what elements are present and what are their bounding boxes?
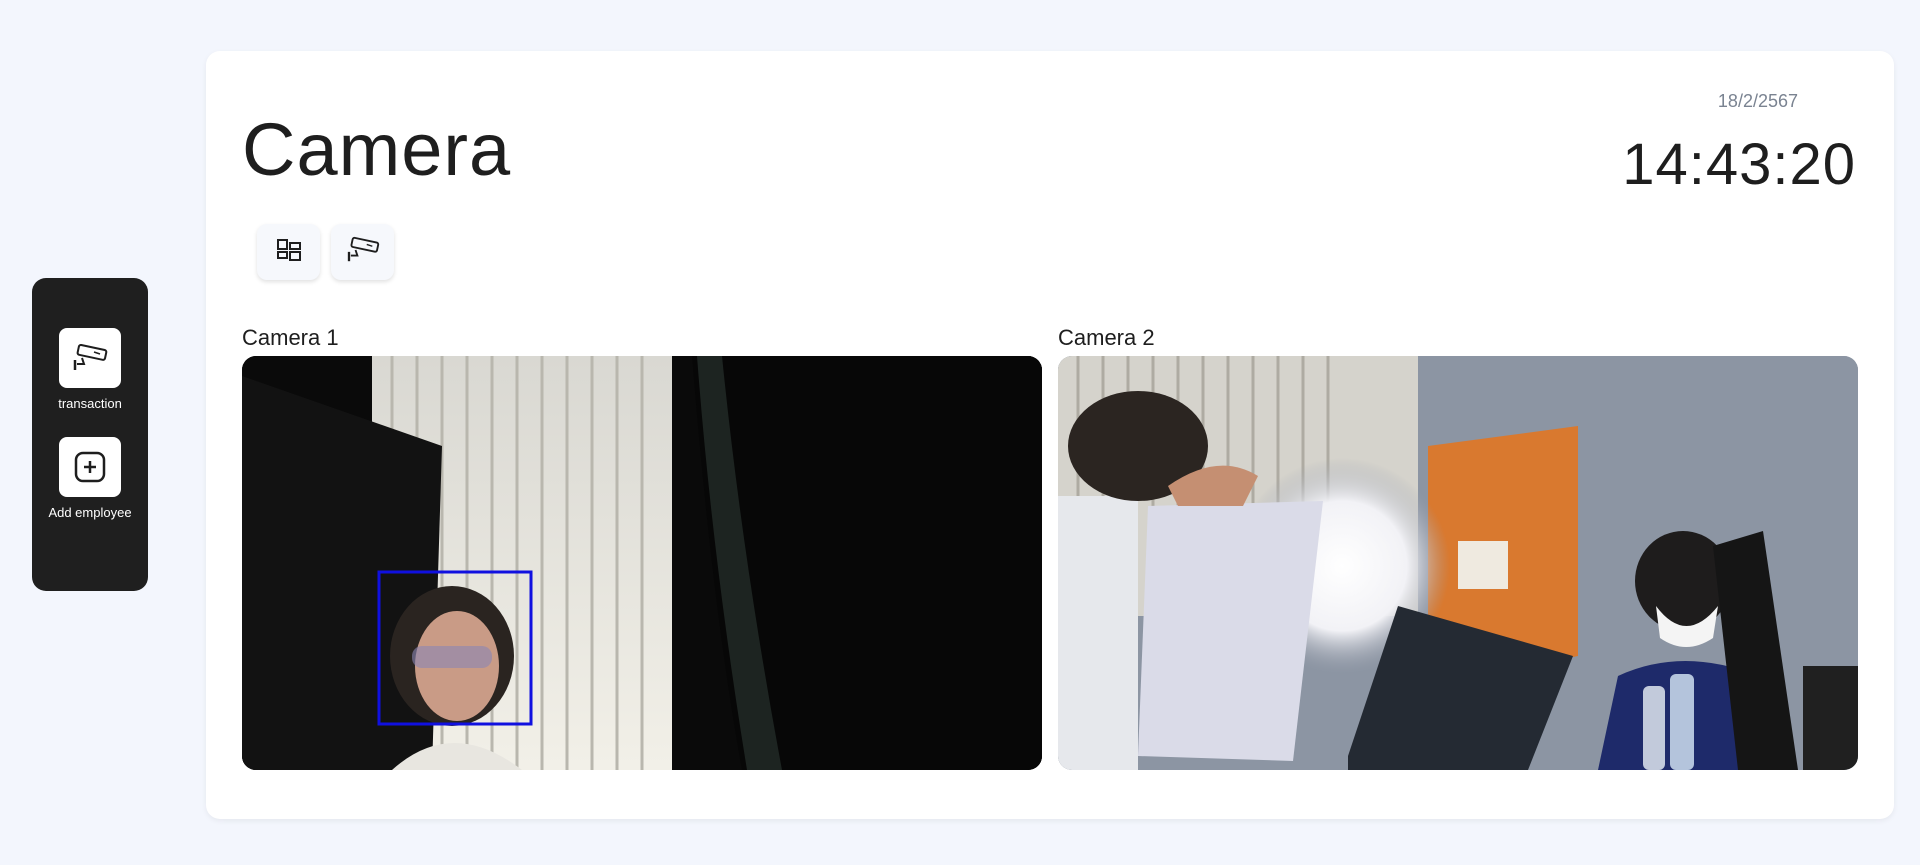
sidebar-item-add-employee[interactable]: Add employee bbox=[48, 437, 132, 520]
camera-view-button[interactable] bbox=[331, 224, 394, 280]
sidebar-item-label: transaction bbox=[58, 396, 122, 411]
sidebar-item-transaction[interactable]: transaction bbox=[58, 328, 122, 411]
clock-display: 14:43:20 bbox=[1622, 132, 1856, 197]
sidebar: transaction Add employee bbox=[32, 278, 148, 591]
cctv-camera-icon bbox=[344, 236, 382, 269]
sidebar-item-label: Add employee bbox=[48, 505, 132, 520]
camera-2-feed[interactable] bbox=[1058, 356, 1858, 770]
cctv-camera-icon bbox=[59, 328, 121, 388]
camera-1-label: Camera 1 bbox=[242, 325, 339, 350]
camera-1-feed[interactable] bbox=[242, 356, 1042, 770]
date-display: 18/2/2567 bbox=[1717, 91, 1798, 111]
main-card: Camera 18/2/2567 14:43:20 Camera 1 Camer… bbox=[206, 51, 1894, 819]
camera-2-label: Camera 2 bbox=[1058, 325, 1155, 350]
page-title: Camera bbox=[242, 108, 512, 191]
add-square-icon bbox=[59, 437, 121, 497]
layout-view-button[interactable] bbox=[257, 224, 320, 280]
dashboard-layout-icon bbox=[276, 238, 302, 267]
